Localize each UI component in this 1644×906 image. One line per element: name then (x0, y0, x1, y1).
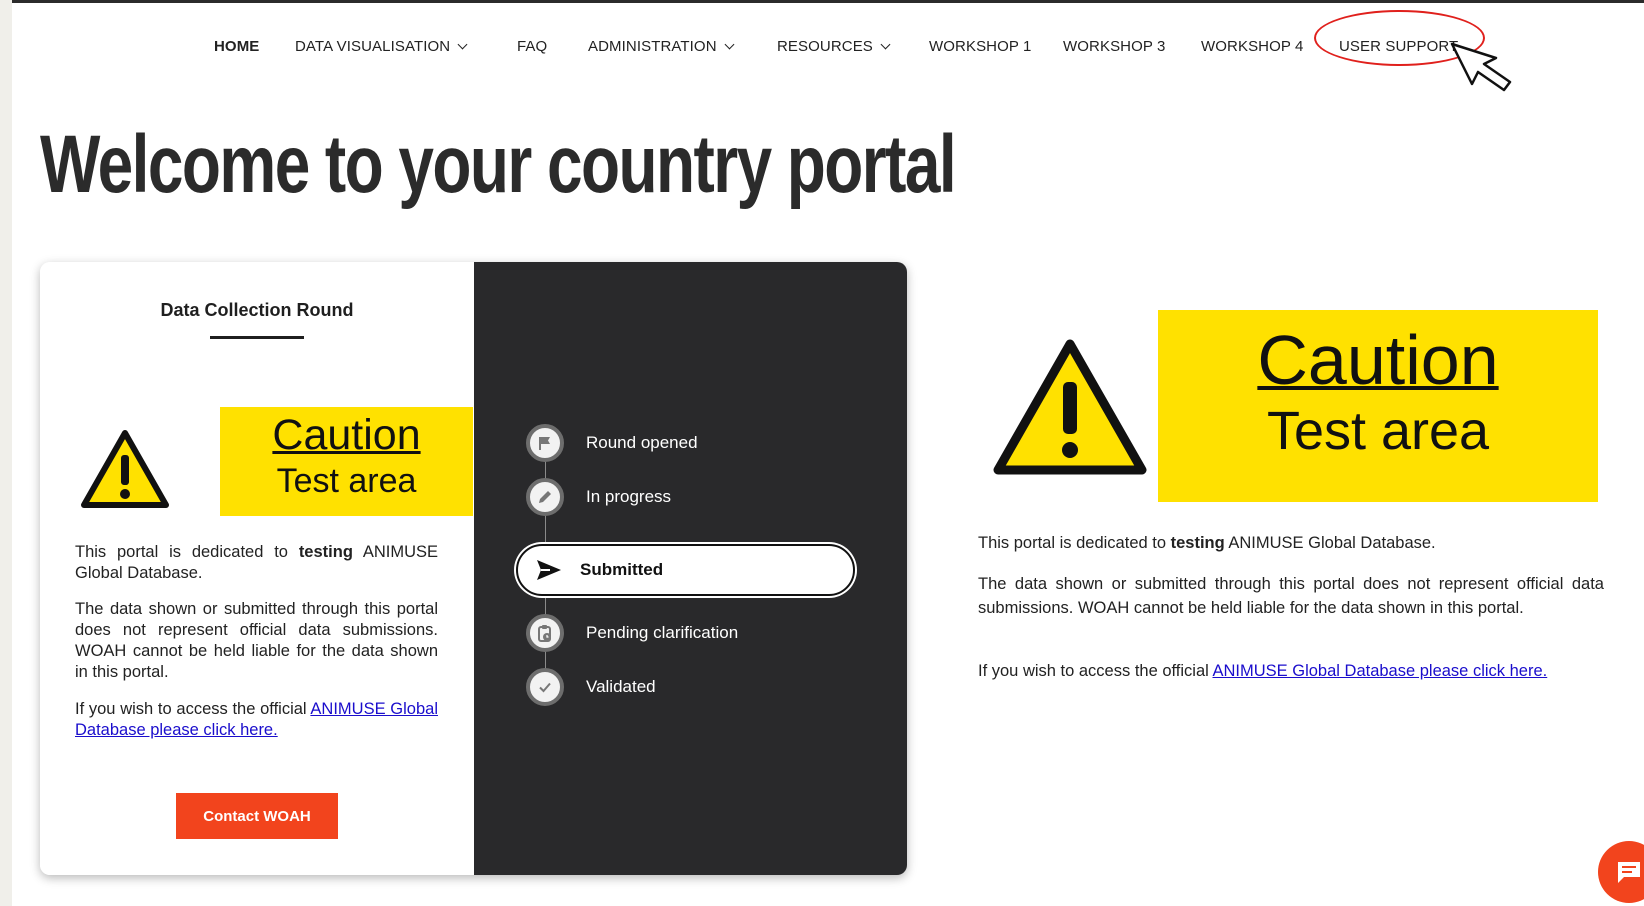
official-link-prefix: If you wish to access the official (75, 700, 311, 718)
caution-subtitle: Test area (276, 462, 417, 500)
intro-text: This portal is dedicated to (978, 534, 1171, 552)
round-status-timeline: Round opened In progress Submitted Pendi… (474, 262, 907, 875)
nav-workshop-3-label: WORKSHOP 3 (1063, 38, 1166, 55)
step-submitted: Submitted (516, 544, 855, 596)
intro-text-suffix: ANIMUSE Global Database. (1224, 534, 1436, 552)
intro-bold-text: testing (1170, 534, 1225, 552)
intro-paragraph-right: This portal is dedicated to testing ANIM… (978, 531, 1604, 555)
step-label: In progress (586, 487, 672, 506)
nav-workshop-1-label: WORKSHOP 1 (929, 38, 1032, 55)
data-collection-card: Data Collection Round Caution Test area … (40, 262, 907, 875)
disclaimer-paragraph-right: The data shown or submitted through this… (978, 575, 1604, 617)
chevron-down-icon (724, 39, 735, 50)
window-left-border (0, 0, 12, 906)
step-pending-clarification: Pending clarification (526, 614, 738, 652)
window-top-border (0, 0, 1644, 3)
title-underline (210, 336, 304, 339)
step-round-opened: Round opened (526, 424, 698, 462)
nav-faq[interactable]: FAQ (517, 38, 547, 55)
caution-sign-large: Caution Test area (990, 310, 1600, 505)
mouse-cursor-icon (1450, 42, 1512, 92)
nav-resources-label: RESOURCES (777, 38, 873, 55)
chat-icon (1618, 862, 1640, 883)
nav-home-label: HOME (214, 38, 260, 55)
caution-title: Caution (1257, 321, 1499, 399)
nav-faq-label: FAQ (517, 38, 548, 55)
step-label: Round opened (586, 433, 698, 452)
pencil-icon (526, 478, 564, 516)
intro-paragraph: This portal is dedicated to testing ANIM… (75, 542, 438, 584)
send-icon (537, 560, 561, 580)
nav-workshop-4-label: WORKSHOP 4 (1201, 38, 1304, 55)
official-link-prefix: If you wish to access the official (978, 662, 1213, 680)
caution-board-large: Caution Test area (1158, 310, 1598, 502)
caution-sign: Caution Test area (80, 407, 473, 517)
disclaimer-paragraph: The data shown or submitted through this… (75, 600, 438, 681)
page-title: Welcome to your country portal (40, 119, 957, 210)
nav-resources[interactable]: RESOURCES (777, 38, 891, 55)
nav-administration[interactable]: ADMINISTRATION (588, 38, 735, 55)
intro-bold-text: testing (298, 543, 353, 561)
official-link-paragraph: If you wish to access the official ANIMU… (75, 699, 438, 741)
check-icon (526, 668, 564, 706)
contact-woah-button[interactable]: Contact WOAH (176, 793, 338, 839)
step-validated: Validated (526, 668, 656, 706)
card-title: Data Collection Round (160, 300, 354, 320)
animuse-link-right[interactable]: ANIMUSE Global Database please click her… (1212, 662, 1547, 680)
step-in-progress: In progress (526, 478, 671, 516)
flag-icon (526, 424, 564, 462)
chat-button[interactable] (1598, 841, 1644, 903)
clipboard-clock-icon (526, 614, 564, 652)
nav-workshop-4[interactable]: WORKSHOP 4 (1201, 38, 1303, 55)
intro-text: This portal is dedicated to (75, 543, 299, 561)
nav-data-visualisation-label: DATA VISUALISATION (295, 38, 451, 55)
nav-home[interactable]: HOME (214, 38, 259, 55)
warning-triangle-icon (993, 339, 1147, 475)
step-label: Submitted (580, 560, 664, 579)
caution-subtitle: Test area (1266, 401, 1490, 461)
official-link-paragraph-right: If you wish to access the official ANIMU… (978, 659, 1604, 683)
nav-workshop-1[interactable]: WORKSHOP 1 (929, 38, 1031, 55)
step-label: Validated (586, 677, 656, 696)
nav-data-visualisation[interactable]: DATA VISUALISATION (295, 38, 468, 55)
nav-administration-label: ADMINISTRATION (588, 38, 717, 55)
nav-workshop-3[interactable]: WORKSHOP 3 (1063, 38, 1165, 55)
warning-triangle-icon (81, 430, 169, 508)
chevron-down-icon (457, 39, 468, 50)
step-label: Pending clarification (586, 623, 739, 642)
card-info-panel: Data Collection Round Caution Test area … (40, 262, 474, 875)
chevron-down-icon (880, 39, 891, 50)
caution-board: Caution Test area (220, 407, 473, 516)
caution-title: Caution (272, 411, 421, 459)
